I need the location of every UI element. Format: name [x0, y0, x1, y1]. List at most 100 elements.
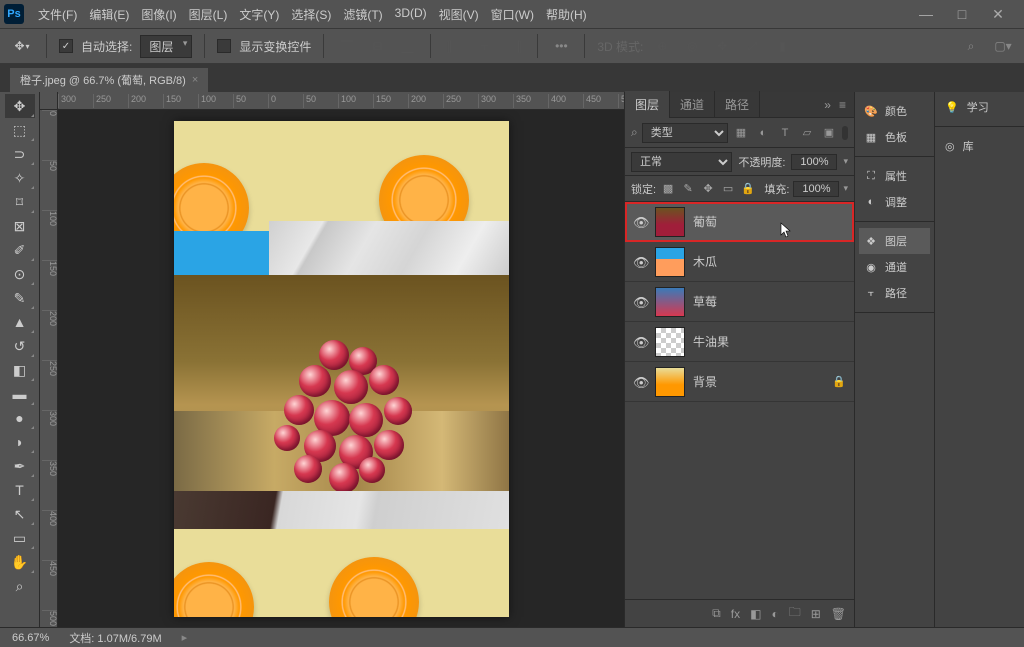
- lock-nested-icon[interactable]: ▭: [720, 181, 736, 197]
- document-tab[interactable]: 橙子.jpeg @ 66.7% (葡萄, RGB/8) ×: [10, 68, 208, 92]
- lock-paint-icon[interactable]: ✎: [680, 181, 696, 197]
- pen-tool[interactable]: ✒: [5, 454, 35, 478]
- visibility-icon[interactable]: 👁: [633, 375, 647, 389]
- crop-tool[interactable]: ⌑: [5, 190, 35, 214]
- filter-type-icon[interactable]: T: [776, 124, 794, 142]
- lock-trans-icon[interactable]: ▩: [660, 181, 676, 197]
- filter-type-select[interactable]: 类型: [642, 123, 728, 143]
- side-panel-item[interactable]: ▦色板: [859, 124, 930, 150]
- tab-paths[interactable]: 路径: [715, 91, 760, 118]
- menu-item[interactable]: 滤镜(T): [337, 2, 388, 27]
- menu-item[interactable]: 视图(V): [433, 2, 485, 27]
- zoom-level[interactable]: 66.67%: [12, 632, 49, 644]
- rail-item[interactable]: 💡学习: [935, 92, 1024, 122]
- canvas[interactable]: [58, 110, 624, 627]
- fill-flyout-icon[interactable]: ▾: [843, 183, 848, 194]
- layer-row[interactable]: 👁 木瓜: [625, 242, 854, 282]
- heal-tool[interactable]: ⊙: [5, 262, 35, 286]
- workspace-icon[interactable]: ▢▾: [992, 35, 1014, 57]
- close-btn[interactable]: ✕: [988, 6, 1008, 23]
- mask-icon[interactable]: ◧: [750, 607, 761, 621]
- layer-thumbnail[interactable]: [655, 327, 685, 357]
- filter-adjust-icon[interactable]: ◐: [754, 124, 772, 142]
- layer-thumbnail[interactable]: [655, 247, 685, 277]
- layer-row[interactable]: 👁 背景 🔒: [625, 362, 854, 402]
- showtransform-checkbox[interactable]: [217, 39, 231, 53]
- align-left-icon[interactable]: |⎸: [443, 35, 465, 57]
- history-brush-tool[interactable]: ↺: [5, 334, 35, 358]
- align-bottom-icon[interactable]: ⎽: [396, 35, 418, 57]
- lock-all-icon[interactable]: 🔒: [740, 181, 756, 197]
- link-icon[interactable]: ⧉: [712, 606, 721, 621]
- status-flyout-icon[interactable]: ▸: [182, 631, 188, 644]
- blend-mode-select[interactable]: 正常: [631, 152, 732, 172]
- side-panel-item[interactable]: ❖图层: [859, 228, 930, 254]
- group-icon[interactable]: 🗀: [789, 603, 801, 624]
- align-hcenter-icon[interactable]: ⫟: [473, 35, 495, 57]
- menu-item[interactable]: 选择(S): [285, 2, 337, 27]
- visibility-icon[interactable]: 👁: [633, 255, 647, 269]
- more-icon[interactable]: •••: [550, 35, 572, 57]
- tab-channels[interactable]: 通道: [670, 91, 715, 118]
- adjustment-icon[interactable]: ◐: [771, 607, 778, 621]
- delete-icon[interactable]: 🗑: [831, 607, 846, 621]
- minimize-btn[interactable]: —: [916, 6, 936, 23]
- menu-item[interactable]: 文件(F): [32, 2, 83, 27]
- brush-tool[interactable]: ✎: [5, 286, 35, 310]
- eyedropper-tool[interactable]: ✐: [5, 238, 35, 262]
- align-vcenter-icon[interactable]: ⊟: [366, 35, 388, 57]
- menu-item[interactable]: 3D(D): [389, 2, 433, 27]
- layer-row[interactable]: 👁 葡萄: [625, 202, 854, 242]
- layer-thumbnail[interactable]: [655, 207, 685, 237]
- visibility-icon[interactable]: 👁: [633, 215, 647, 229]
- menu-item[interactable]: 窗口(W): [485, 2, 540, 27]
- side-panel-item[interactable]: ⫟路径: [859, 280, 930, 306]
- layer-thumbnail[interactable]: [655, 367, 685, 397]
- marquee-tool[interactable]: ⬚: [5, 118, 35, 142]
- eraser-tool[interactable]: ◧: [5, 358, 35, 382]
- newlayer-icon[interactable]: ⊞: [811, 607, 821, 621]
- align-top-icon[interactable]: ⎺: [336, 35, 358, 57]
- stamp-tool[interactable]: ▲: [5, 310, 35, 334]
- filter-smart-icon[interactable]: ▣: [820, 124, 838, 142]
- visibility-icon[interactable]: 👁: [633, 295, 647, 309]
- menu-item[interactable]: 帮助(H): [540, 2, 593, 27]
- quickselect-tool[interactable]: ✧: [5, 166, 35, 190]
- lasso-tool[interactable]: ⊃: [5, 142, 35, 166]
- layer-row[interactable]: 👁 草莓: [625, 282, 854, 322]
- search-icon[interactable]: ⌕: [960, 35, 982, 57]
- path-select-tool[interactable]: ↖: [5, 502, 35, 526]
- layer-row[interactable]: 👁 牛油果: [625, 322, 854, 362]
- hand-tool[interactable]: ✋: [5, 550, 35, 574]
- layer-thumbnail[interactable]: [655, 287, 685, 317]
- opacity-flyout-icon[interactable]: ▾: [843, 156, 848, 167]
- shape-tool[interactable]: ▭: [5, 526, 35, 550]
- menu-item[interactable]: 编辑(E): [83, 2, 135, 27]
- side-panel-item[interactable]: ◐调整: [859, 189, 930, 215]
- tab-layers[interactable]: 图层: [625, 91, 670, 118]
- menu-item[interactable]: 图层(L): [183, 2, 234, 27]
- visibility-icon[interactable]: 👁: [633, 335, 647, 349]
- frame-tool[interactable]: ⊠: [5, 214, 35, 238]
- menu-item[interactable]: 文字(Y): [233, 2, 285, 27]
- move-tool[interactable]: ✥: [5, 94, 35, 118]
- opacity-input[interactable]: [791, 154, 837, 170]
- zoom-tool[interactable]: ⌕: [5, 574, 35, 598]
- rail-item[interactable]: ◎库: [935, 131, 1024, 161]
- panel-menu-icon[interactable]: ≡: [839, 98, 846, 112]
- filter-shape-icon[interactable]: ▱: [798, 124, 816, 142]
- type-tool[interactable]: T: [5, 478, 35, 502]
- gradient-tool[interactable]: ▬: [5, 382, 35, 406]
- autoselect-target[interactable]: 图层: [140, 35, 192, 58]
- menu-item[interactable]: 图像(I): [135, 2, 182, 27]
- blur-tool[interactable]: ●: [5, 406, 35, 430]
- fx-icon[interactable]: fx: [731, 607, 740, 621]
- fill-input[interactable]: [793, 181, 839, 197]
- side-panel-item[interactable]: 🎨颜色: [859, 98, 930, 124]
- side-panel-item[interactable]: ◉通道: [859, 254, 930, 280]
- align-right-icon[interactable]: ⎹|: [503, 35, 525, 57]
- tab-close-icon[interactable]: ×: [192, 74, 198, 86]
- lock-pos-icon[interactable]: ✥: [700, 181, 716, 197]
- side-panel-item[interactable]: ⛶属性: [859, 163, 930, 189]
- filter-toggle-icon[interactable]: [842, 126, 848, 140]
